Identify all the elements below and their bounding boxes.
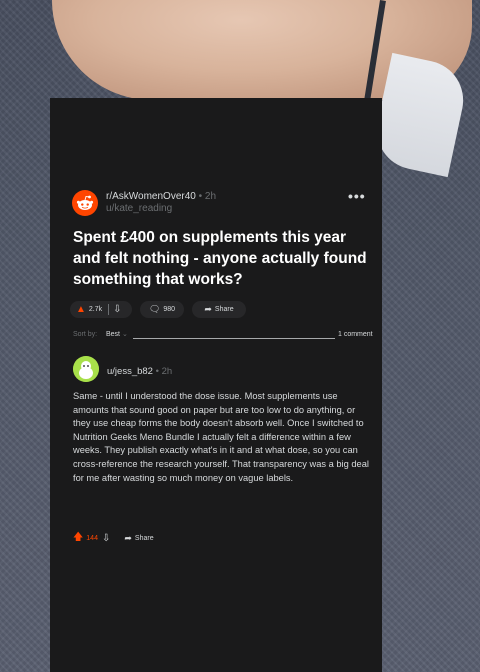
sort-dropdown[interactable]: Best bbox=[106, 331, 120, 338]
comments-count: 980 bbox=[163, 306, 176, 313]
post-meta: r/AskWomenOver40 • 2h u/kate_reading bbox=[106, 191, 216, 215]
vote-divider bbox=[108, 304, 110, 315]
avatar-icon[interactable] bbox=[73, 356, 99, 382]
comment-body: Same - until I understood the dose issue… bbox=[73, 391, 369, 483]
sort-label: Sort by: bbox=[73, 331, 98, 338]
comment-downvote-icon[interactable]: ⇩ bbox=[102, 533, 110, 544]
comment-header: u/jess_b82 • 2h bbox=[107, 366, 172, 377]
reddit-post-card: r/AskWomenOver40 • 2h u/kate_reading •••… bbox=[50, 98, 382, 672]
post-header: r/AskWomenOver40 • 2h u/kate_reading ••• bbox=[70, 188, 370, 220]
subreddit-name[interactable]: r/AskWomenOver40 bbox=[106, 191, 196, 202]
comment-share-label[interactable]: Share bbox=[135, 535, 154, 542]
comment-vote-count: 144 bbox=[86, 534, 98, 542]
post-author[interactable]: u/kate_reading bbox=[106, 203, 216, 215]
comment-upvote-icon[interactable]: 🡅 bbox=[73, 530, 83, 547]
comment-share-icon[interactable]: ➦ bbox=[124, 533, 132, 544]
post-age: 2h bbox=[204, 191, 217, 202]
meta-separator: • bbox=[198, 191, 203, 202]
comment-age: 2h bbox=[161, 366, 173, 377]
share-label: Share bbox=[214, 306, 234, 313]
reddit-logo-icon[interactable] bbox=[72, 190, 98, 216]
comment-actions: 🡅 144 ⇩ ➦ Share bbox=[73, 532, 154, 544]
more-icon[interactable]: ••• bbox=[348, 188, 366, 204]
sort-divider bbox=[133, 338, 335, 339]
chevron-down-icon[interactable]: ⌄ bbox=[122, 330, 128, 338]
sort-bar: Sort by: Best ⌄ 1 comment bbox=[73, 330, 373, 342]
comments-button[interactable]: 🗨 980 bbox=[140, 301, 184, 318]
comment-icon: 🗨 bbox=[148, 304, 161, 314]
share-icon: ➦ bbox=[204, 304, 212, 314]
post-title: Spent £400 on supplements this year and … bbox=[73, 229, 367, 288]
comment-count: 1 comment bbox=[338, 331, 373, 338]
comment-author[interactable]: u/jess_b82 bbox=[107, 366, 153, 377]
vote-count: 2.7k bbox=[88, 306, 103, 313]
vote-pill: ▲ 2.7k ⇩ bbox=[70, 301, 132, 318]
upvote-icon[interactable]: ▲ bbox=[76, 304, 86, 315]
downvote-icon[interactable]: ⇩ bbox=[113, 304, 121, 315]
share-button[interactable]: ➦ Share bbox=[192, 301, 246, 318]
